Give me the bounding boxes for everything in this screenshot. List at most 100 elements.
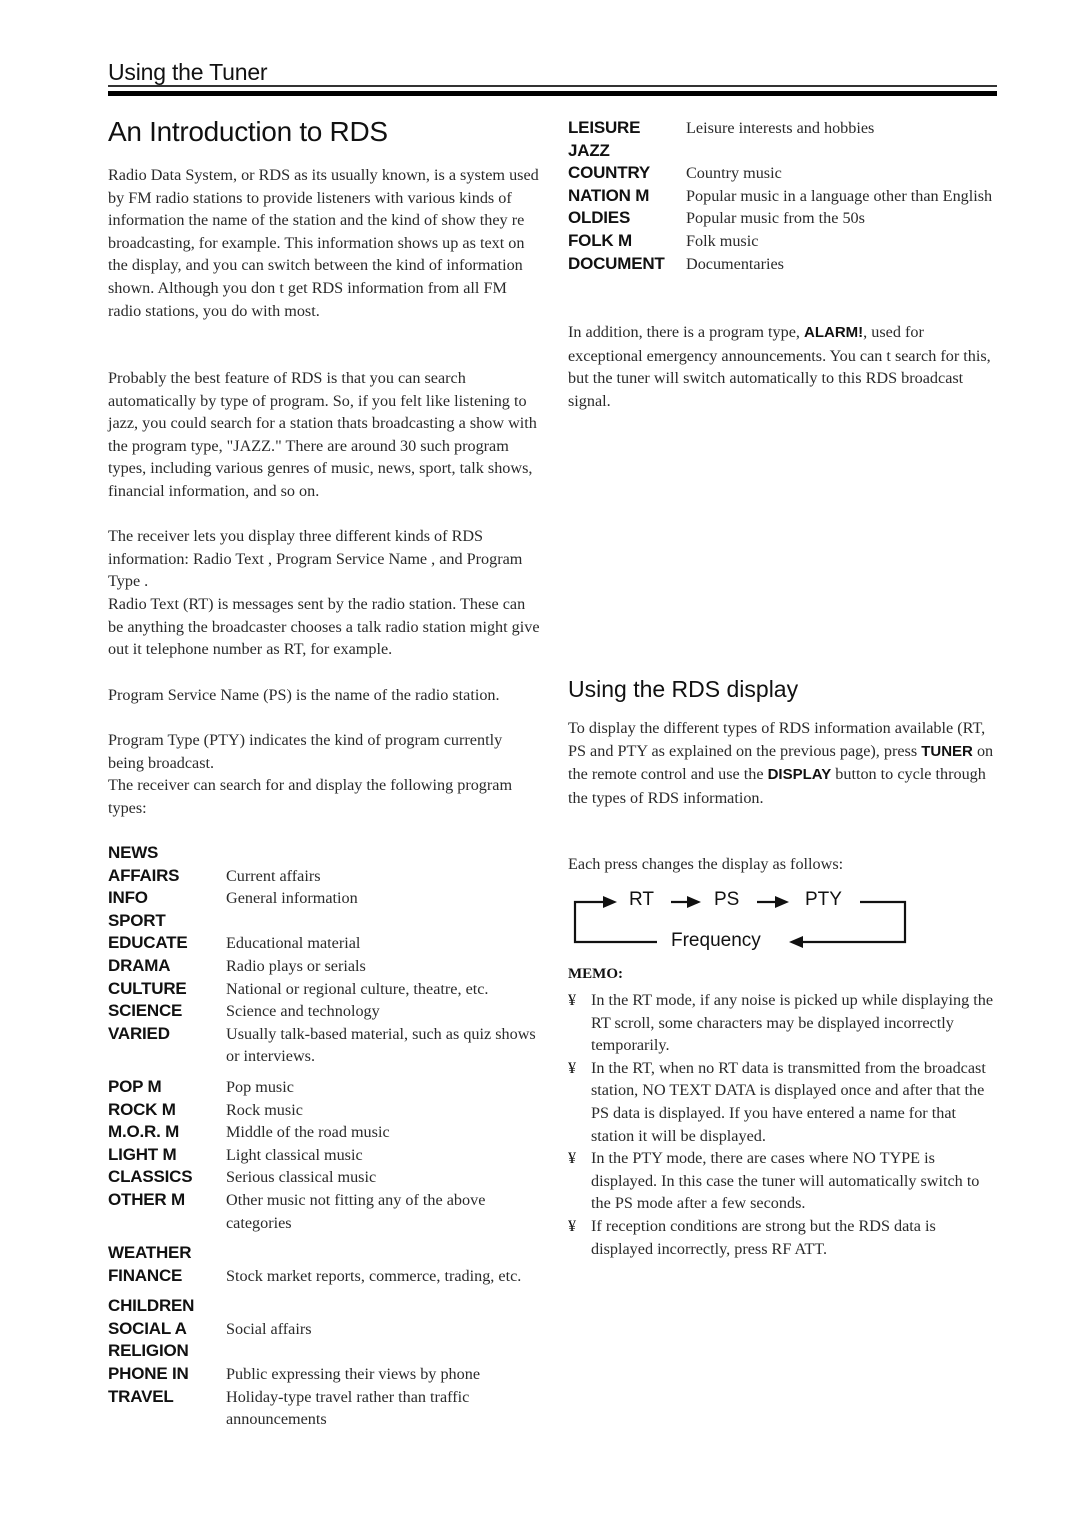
program-types-list-left: NEWS AFFAIRS Current affairs INFO General in… [108,842,540,1431]
program-type-description: Educational material [226,934,361,953]
program-type-code: DOCUMENT [568,253,665,273]
program-type-row: AFFAIRS Current affairs [108,865,540,888]
program-type-code: RELIGION [108,1341,189,1361]
program-type-code: CHILDREN [108,1296,195,1316]
program-type-row: OLDIES Popular music from the 50s [568,207,1000,230]
memo-bullet-icon: ¥ [568,1058,577,1077]
memo-bullet-icon: ¥ [568,1216,577,1235]
display-key-label: DISPLAY [767,766,832,784]
memo-bullet-icon: ¥ [568,991,577,1009]
program-type-code: SCIENCE [108,1001,183,1021]
program-type-description: Usually talk-based material, such as qui… [226,1024,536,1066]
section-header-title: Using the Tuner [108,59,268,85]
program-type-code: OLDIES [568,208,631,228]
program-type-code: CLASSICS [108,1167,193,1187]
memo-item: ¥ In the RT, when no RT data is transmitt… [568,1057,998,1147]
memo-item: ¥ In the PTY mode, there are cases where … [568,1147,998,1215]
program-type-row: CULTURE National or regional culture, the… [108,978,540,1001]
program-type-description: Folk music [686,231,759,250]
program-type-code: WEATHER [108,1243,192,1263]
program-type-row: JAZZ [568,140,1000,163]
intro-heading: An Introduction to RDS [108,116,388,147]
program-type-description: Social affairs [226,1319,312,1338]
program-type-row: TRAVEL Holiday-type travel rather than tr… [108,1386,540,1431]
program-type-row: CLASSICS Serious classical music [108,1166,540,1189]
memo-item-text: In the PTY mode, there are cases where N… [591,1149,980,1213]
program-type-code: M.O.R. M [108,1122,180,1142]
program-type-row: LEISURE Leisure interests and hobbies [568,117,1000,140]
rds-display-heading: Using the RDS display [568,676,799,702]
paragraph-text: Radio Data System, or RDS as its usually… [108,166,539,320]
program-type-row: RELIGION [108,1340,540,1363]
program-type-code: DRAMA [108,955,171,975]
program-type-description [226,1340,540,1363]
program-type-row: ROCK M Rock music [108,1099,540,1122]
alarm-text-before: In addition, there is a program type, [568,323,804,341]
program-type-description: Light classical music [226,1145,363,1164]
program-type-row: INFO General information [108,887,540,910]
program-type-row: CHILDREN [108,1295,540,1318]
header-rule-thick [108,91,997,96]
program-type-row: SPORT [108,910,540,933]
cycle-pty-label: PTY [805,889,842,910]
program-type-description [226,1242,540,1265]
program-type-code: VARIED [108,1023,170,1043]
program-type-description: Stock market reports, commerce, trading,… [226,1266,522,1285]
program-type-description: Science and technology [226,1002,380,1021]
program-type-code: PHONE IN [108,1364,189,1384]
memo-bullet-icon: ¥ [568,1149,577,1168]
press-description: Each press changes the display as follow… [568,855,844,873]
memo-item-text: In the RT, when no RT data is transmitte… [591,1058,986,1145]
program-type-row: LIGHT M Light classical music [108,1144,540,1167]
program-type-code: LEISURE [568,118,641,137]
memo-item-text: In the RT mode, if any noise is picked u… [591,991,993,1055]
intro-paragraph-rt: Radio Text (RT) is messages sent by the … [108,593,540,661]
program-type-description: Current affairs [226,866,321,885]
program-type-description: Documentaries [686,254,784,273]
program-type-row: FOLK M Folk music [568,230,1000,253]
program-type-row: OTHER M Other music not fitting any of th… [108,1189,540,1234]
alarm-paragraph: In addition, there is a program type, AL… [568,321,998,412]
program-type-row: VARIED Usually talk-based material, such … [108,1023,540,1068]
rds-display-paragraph: To display the different types of RDS in… [568,717,998,809]
program-types-list-right: LEISURE Leisure interests and hobbies JAZZ… [568,117,1000,275]
paragraph-text: Probably the best feature of RDS is that… [108,369,537,500]
program-type-code: COUNTRY [568,163,651,183]
program-type-description: Public expressing their views by phone [226,1365,481,1384]
paragraph-text: Program Type (PTY) indicates the kind of… [108,731,503,772]
program-type-row: POP M Pop music [108,1076,540,1099]
program-type-row: WEATHER [108,1242,540,1265]
intro-paragraph-pty: Program Type (PTY) indicates the kind of… [108,729,540,774]
paragraph-text: Radio Text (RT) is messages sent by the … [108,595,540,659]
program-type-row: EDUCATE Educational material [108,932,540,955]
program-type-code: INFO [108,888,148,908]
program-type-row: COUNTRY Country music [568,162,1000,185]
memo-item-text: If reception conditions are strong but t… [591,1216,936,1258]
program-type-code: EDUCATE [108,933,188,953]
memo-heading: MEMO: [568,966,623,982]
program-type-description: Country music [686,164,782,183]
arrow-rt-to-ps-icon [687,896,701,908]
program-type-code: LIGHT M [108,1144,177,1164]
program-type-row: NATION M Popular music in a language othe… [568,185,1000,208]
intro-paragraph-2: Probably the best feature of RDS is that… [108,367,540,503]
alarm-keyword: ALARM! [804,324,864,341]
program-type-row: SOCIAL A Social affairs [108,1318,540,1341]
program-type-description: National or regional culture, theatre, e… [226,979,489,998]
arrow-into-rt-icon [603,896,617,908]
program-type-description [226,910,540,933]
program-type-description: Middle of the road music [226,1123,390,1142]
program-type-description: Serious classical music [226,1168,377,1187]
intro-paragraph-list-lead: The receiver can search for and display … [108,774,540,819]
program-type-row: NEWS [108,842,540,865]
program-type-code: ROCK M [108,1099,176,1119]
program-type-code: FINANCE [108,1265,183,1285]
program-type-row: DRAMA Radio plays or serials [108,955,540,978]
intro-paragraph-1: Radio Data System, or RDS as its usually… [108,164,540,322]
program-type-row: PHONE IN Public expressing their views by… [108,1363,540,1386]
arrow-into-frequency-icon [789,936,803,948]
program-type-row: M.O.R. M Middle of the road music [108,1121,540,1144]
program-type-description: Popular music in a language other than E… [686,186,993,205]
cycle-rt-label: RT [629,889,654,910]
